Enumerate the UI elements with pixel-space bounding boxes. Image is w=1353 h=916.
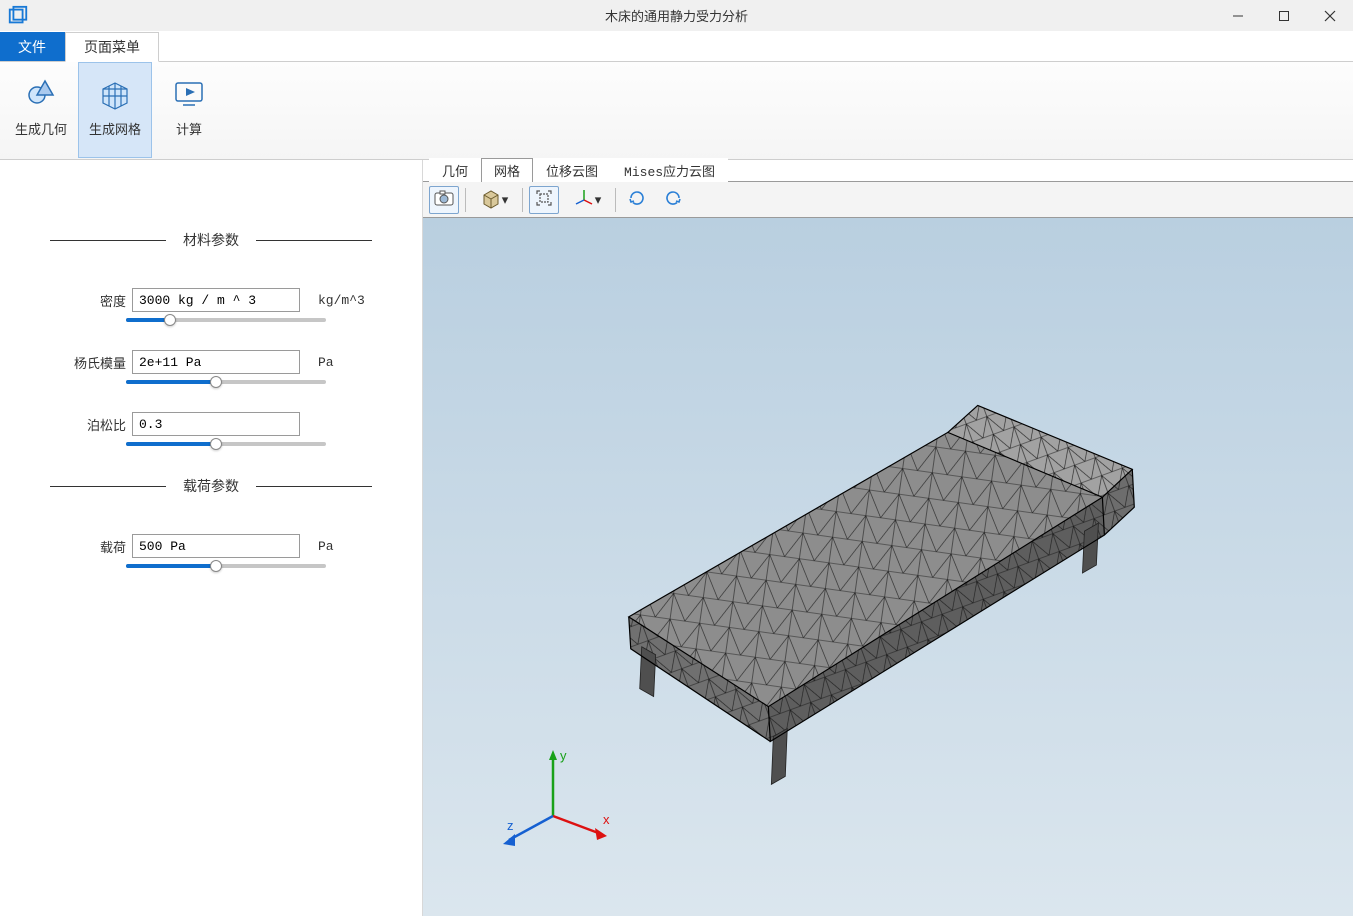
menu-bar: 文件 页面菜单 [0,32,1353,62]
svg-text:x: x [603,812,610,827]
app-icon [4,2,32,30]
poisson-slider[interactable] [126,442,326,446]
geometry-icon [21,73,61,113]
young-row: 杨氏模量 Pa [70,350,372,374]
rotate-ccw-button[interactable] [658,186,688,214]
material-heading: 材料参数 [50,230,372,250]
menu-file[interactable]: 文件 [0,32,65,61]
axis-triad-button[interactable]: ▾ [565,187,609,212]
title-bar: 木床的通用静力受力分析 [0,0,1353,32]
young-input[interactable] [132,350,300,374]
close-button[interactable] [1307,0,1353,32]
ribbon-label: 生成几何 [15,119,67,138]
maximize-button[interactable] [1261,0,1307,32]
ribbon-gen-mesh[interactable]: 生成网格 [78,62,152,158]
load-label: 载荷 [70,537,126,556]
cube-icon [480,187,502,212]
zoom-extents-icon [535,189,553,210]
load-unit: Pa [318,539,334,554]
load-input[interactable] [132,534,300,558]
tab-displacement[interactable]: 位移云图 [533,158,611,182]
minimize-button[interactable] [1215,0,1261,32]
compute-icon [169,73,209,113]
menu-page[interactable]: 页面菜单 [65,32,159,62]
3d-viewport[interactable]: y x z [423,218,1353,916]
ribbon-compute[interactable]: 计算 [152,62,226,158]
view-tabs: 几何 网格 位移云图 Mises应力云图 [423,160,1353,182]
svg-text:y: y [560,748,567,763]
rotate-ccw-icon [663,188,683,211]
chevron-down-icon: ▾ [502,192,509,208]
load-row: 载荷 Pa [70,534,372,558]
screenshot-button[interactable] [429,186,459,214]
tab-mises[interactable]: Mises应力云图 [611,158,728,182]
zoom-extents-button[interactable] [529,186,559,214]
ribbon-label: 计算 [176,119,202,138]
load-slider[interactable] [126,564,326,568]
density-label: 密度 [70,291,126,310]
view-cube-button[interactable]: ▾ [472,187,516,212]
young-unit: Pa [318,355,334,370]
camera-icon [434,190,454,209]
mesh-icon [95,73,135,113]
tab-mesh[interactable]: 网格 [481,158,533,182]
poisson-input[interactable] [132,412,300,436]
rotate-cw-icon [627,188,647,211]
view-toolbar: ▾ ▾ [423,182,1353,218]
density-slider[interactable] [126,318,326,322]
ribbon: 生成几何 生成网格 计算 [0,62,1353,160]
load-heading: 载荷参数 [50,476,372,496]
parameters-panel: 材料参数 密度 kg/m^3 杨氏模量 Pa 泊松比 载荷参数 载荷 [0,160,423,916]
ribbon-gen-geometry[interactable]: 生成几何 [4,62,78,158]
window-title: 木床的通用静力受力分析 [0,6,1353,25]
rotate-cw-button[interactable] [622,186,652,214]
svg-text:z: z [507,818,514,833]
chevron-down-icon: ▾ [595,192,602,208]
ribbon-label: 生成网格 [89,119,141,138]
tab-geometry[interactable]: 几何 [429,158,481,182]
density-input[interactable] [132,288,300,312]
young-slider[interactable] [126,380,326,384]
poisson-row: 泊松比 [70,412,372,436]
young-label: 杨氏模量 [70,353,126,372]
density-row: 密度 kg/m^3 [70,288,372,312]
axis-icon [573,187,595,212]
density-unit: kg/m^3 [318,293,365,308]
axis-triad: y x z [493,746,613,856]
poisson-label: 泊松比 [70,415,126,434]
